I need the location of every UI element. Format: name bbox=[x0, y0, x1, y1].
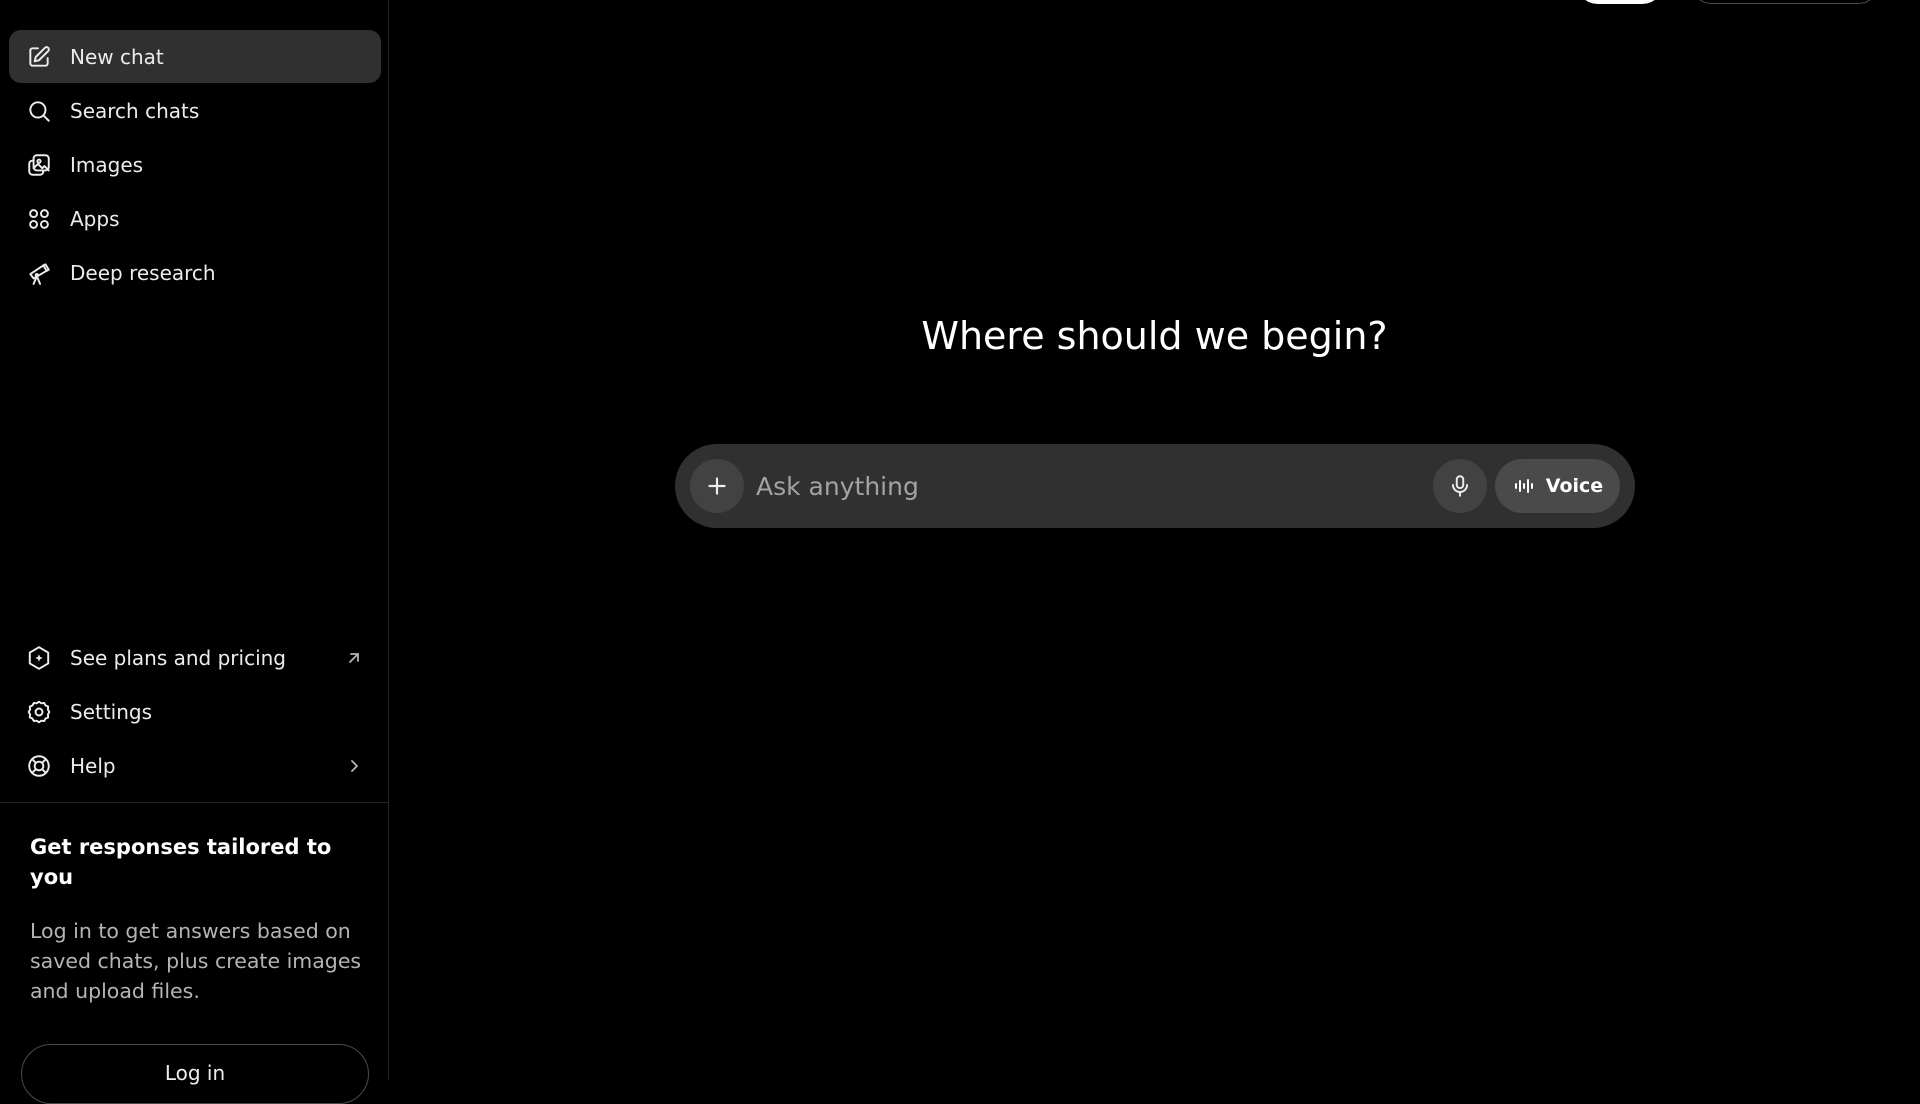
settings-button[interactable]: Settings bbox=[9, 685, 381, 738]
new-chat-button[interactable]: New chat bbox=[9, 30, 381, 83]
help-label: Help bbox=[70, 753, 116, 778]
composer-input[interactable] bbox=[754, 466, 1394, 506]
header-secondary-button[interactable] bbox=[1690, 0, 1880, 4]
images-label: Images bbox=[70, 152, 144, 177]
help-icon bbox=[26, 753, 52, 779]
search-icon bbox=[26, 98, 52, 124]
promo-title: Get responses tailored to you bbox=[30, 835, 332, 889]
attach-button[interactable] bbox=[690, 459, 744, 513]
deep-research-label: Deep research bbox=[70, 260, 216, 285]
chevron-right-icon bbox=[344, 756, 364, 776]
voice-button[interactable]: Voice bbox=[1495, 459, 1620, 513]
sidebar-divider bbox=[0, 802, 389, 803]
see-plans-label: See plans and pricing bbox=[70, 645, 287, 670]
login-button[interactable]: Log in bbox=[21, 1044, 369, 1104]
header-primary-button[interactable] bbox=[1576, 0, 1664, 4]
microphone-icon bbox=[1447, 473, 1473, 499]
plans-icon bbox=[26, 645, 52, 671]
waveform-icon bbox=[1512, 474, 1536, 498]
telescope-icon bbox=[26, 260, 52, 286]
help-button[interactable]: Help bbox=[9, 739, 381, 792]
images-icon bbox=[26, 152, 52, 178]
settings-label: Settings bbox=[70, 699, 153, 724]
see-plans-button[interactable]: See plans and pricing bbox=[9, 631, 381, 684]
gear-icon bbox=[26, 699, 52, 725]
apps-icon bbox=[26, 206, 52, 232]
apps-button[interactable]: Apps bbox=[9, 192, 381, 245]
promo-body: Log in to get answers based on saved cha… bbox=[30, 919, 362, 1003]
voice-label: Voice bbox=[1545, 475, 1604, 497]
search-chats-button[interactable]: Search chats bbox=[9, 84, 381, 137]
sidebar: New chat Search chats Images Apps Deep r… bbox=[0, 0, 389, 1104]
new-chat-label: New chat bbox=[70, 44, 164, 69]
new-chat-icon bbox=[26, 44, 52, 70]
login-label: Log in bbox=[164, 1061, 226, 1085]
images-button[interactable]: Images bbox=[9, 138, 381, 191]
plus-icon bbox=[704, 473, 730, 499]
page-headline: Where should we begin? bbox=[921, 314, 1388, 358]
deep-research-button[interactable]: Deep research bbox=[9, 246, 381, 299]
apps-label: Apps bbox=[70, 206, 120, 231]
composer: Voice bbox=[675, 444, 1635, 528]
dictate-button[interactable] bbox=[1433, 459, 1487, 513]
search-chats-label: Search chats bbox=[70, 98, 200, 123]
external-arrow-icon bbox=[344, 648, 364, 668]
